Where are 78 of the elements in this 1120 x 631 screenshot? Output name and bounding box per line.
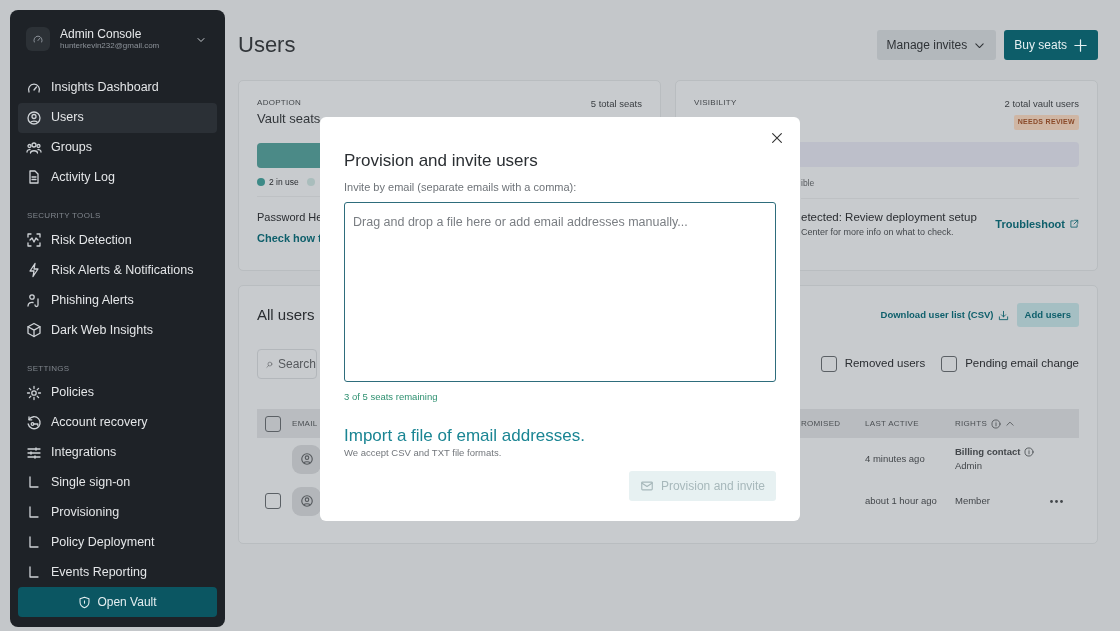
sidebar-item[interactable]: Policy Deployment [18,527,217,558]
download-link[interactable]: Download user list (CSV) [880,307,1009,323]
external-link-icon [1069,218,1079,229]
buy-seats-button[interactable]: Buy seats [1004,30,1098,60]
download-icon [997,309,1009,321]
card-title: All users [257,304,316,325]
sidebar-item[interactable]: Account recovery [18,407,217,438]
card-title: Vault seats [257,110,321,128]
key-recovery-icon [26,414,42,431]
column-header: LAST ACTIVE [865,417,919,430]
sidebar-item[interactable]: Provisioning [18,497,217,528]
section-heading: SETTINGS [27,362,71,375]
sliders-icon [26,444,42,461]
sidebar-item[interactable]: Phishing Alerts [18,285,217,315]
add-users-button[interactable]: Add users [1016,303,1079,327]
legend-label: 2 in use [269,175,299,189]
sidebar-item[interactable]: Groups [18,132,217,163]
seats-remaining: 3 of 5 seats remaining [344,389,439,404]
info-icon [991,418,1002,429]
envelope-icon [639,479,654,493]
user-icon [26,109,42,126]
troubleshoot-link[interactable]: Troubleshoot [995,215,1079,233]
document-icon [26,169,42,186]
import-link[interactable]: Import a file of email addresses. [344,426,585,447]
filter-checkbox[interactable]: Removed users [820,355,926,373]
close-icon [770,131,784,145]
last-active-cell-text: about 1 hour ago [865,493,938,508]
filter-checkbox[interactable]: Pending email change [941,355,1079,373]
email-input-field[interactable]: Drag and drop a file here or add email addresses manually... [344,201,776,382]
account-email: hunterkevin232@gmail.com [60,40,161,51]
gear-icon [26,384,42,401]
last-active-cell-text: 4 minutes ago [865,451,926,466]
account-title: Admin Console [60,26,143,41]
sidebar-item[interactable]: Risk Detection [18,225,217,256]
user-icon [299,452,314,466]
sidebar-item[interactable]: Risk Alerts & Notifications [18,255,217,286]
open-vault-button[interactable]: Open Vault [18,587,217,617]
column-header: EMAIL [292,417,318,430]
sidebar-item[interactable]: Activity Log [18,162,217,193]
scan-icon [26,232,42,249]
role-label: Member [955,493,991,508]
sidebar-item[interactable]: Single sign-on [18,467,217,498]
sidebar-item[interactable]: Policies [18,377,217,408]
field-label: Invite by email (separate emails with a comma): [344,180,578,196]
column-header: ROMISED [801,417,841,430]
column-header: RIGHTS [955,417,988,430]
vault-user-total: 2 total vault users [1004,97,1079,111]
page-title: Users [238,31,297,59]
card-eyebrow: ADOPTION [257,97,303,109]
people-icon [26,139,42,156]
plus-icon [1073,37,1088,53]
sidebar-item[interactable]: Insights Dashboard [18,72,217,103]
more-icon [1050,500,1063,504]
legend-label: ible [801,176,816,190]
import-hint: We accept CSV and TXT file formats. [344,446,503,461]
sidebar-item[interactable]: Users [18,102,217,133]
sidebar-item[interactable]: Dark Web Insights [18,315,217,345]
cube-icon [26,321,42,338]
search-field[interactable]: Search [257,349,317,379]
shield-icon [78,595,92,609]
section-heading: SECURITY TOOLS [27,210,102,223]
person-hook-icon [26,292,42,309]
dialog-title: Provision and invite users [344,151,539,172]
manage-invites-button[interactable]: Manage invites [876,30,997,60]
alert-text: Center for more info on what to check. [801,225,955,239]
role-label: Admin [955,459,983,473]
alert-title: etected: Review deployment setup [801,209,977,225]
provision-invite-button: Provision and invite [628,471,776,501]
card-eyebrow: VISIBILITY [694,97,737,109]
seat-total: 5 total seats [590,97,642,111]
search-placeholder: Search [277,356,316,373]
sidebar-item[interactable]: Integrations [18,437,217,468]
rights-label: Billing contact [955,444,1021,459]
sidebar-item[interactable]: Events Reporting [18,557,217,587]
info-icon [1024,446,1035,457]
user-icon [299,494,314,508]
row-checkbox[interactable] [265,493,281,509]
select-all-checkbox[interactable] [265,415,281,432]
